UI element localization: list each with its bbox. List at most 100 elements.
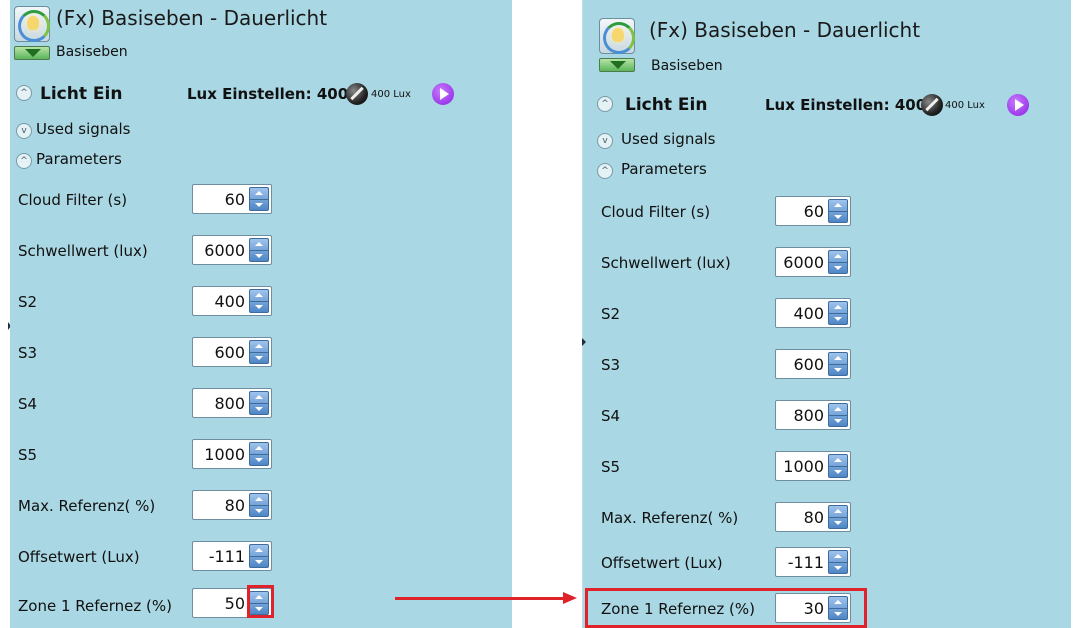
used-signals-row[interactable]: v Used signals <box>10 119 512 143</box>
param-label: Schwellwert (lux) <box>601 254 731 272</box>
param-spinbox[interactable]: 60 <box>775 196 851 226</box>
play-icon[interactable] <box>1007 94 1029 116</box>
param-label: S3 <box>18 344 38 362</box>
decrement-button[interactable] <box>829 608 847 620</box>
decrement-button[interactable] <box>829 364 847 376</box>
lightbulb-refresh-icon[interactable] <box>14 6 50 42</box>
increment-button[interactable] <box>829 251 847 262</box>
param-spinbox[interactable]: 80 <box>192 490 272 520</box>
param-spinbox[interactable]: 80 <box>775 502 851 532</box>
param-value[interactable]: 600 <box>793 355 824 374</box>
param-value[interactable]: 800 <box>793 406 824 425</box>
collapse-licht-button[interactable]: ^ <box>16 85 32 101</box>
param-value[interactable]: 50 <box>225 594 245 613</box>
lightbulb-refresh-icon[interactable] <box>599 18 635 54</box>
parameters-row[interactable]: ^ Parameters <box>583 159 1071 183</box>
collapse-parameters-button[interactable]: ^ <box>16 153 32 169</box>
param-value[interactable]: 1000 <box>783 457 824 476</box>
spin-buttons <box>828 352 848 376</box>
dial-icon[interactable] <box>921 94 943 116</box>
decrement-button[interactable] <box>250 352 268 364</box>
increment-button[interactable] <box>829 404 847 415</box>
decrement-button[interactable] <box>829 466 847 478</box>
decrement-button[interactable] <box>829 262 847 274</box>
param-row: Offsetwert (Lux) -111 <box>10 539 512 573</box>
decrement-button[interactable] <box>250 454 268 466</box>
increment-button[interactable] <box>829 551 847 562</box>
increment-button[interactable] <box>250 494 268 505</box>
panel-after: (Fx) Basiseben - Dauerlicht Basiseben ^ … <box>582 0 1071 628</box>
chevron-down-icon[interactable] <box>14 46 50 60</box>
spin-buttons <box>828 403 848 427</box>
increment-button[interactable] <box>829 455 847 466</box>
licht-row: ^ Licht Ein Lux Einstellen: 400 400 Lux <box>10 81 512 109</box>
increment-button[interactable] <box>250 188 268 199</box>
spin-buttons <box>828 301 848 325</box>
param-spinbox[interactable]: 600 <box>192 337 272 367</box>
page-title: (Fx) Basiseben - Dauerlicht <box>649 18 921 42</box>
dial-icon[interactable] <box>346 83 368 105</box>
param-value[interactable]: 80 <box>225 496 245 515</box>
decrement-button[interactable] <box>250 250 268 262</box>
param-value[interactable]: 60 <box>804 202 824 221</box>
param-spinbox[interactable]: 6000 <box>775 247 851 277</box>
param-value[interactable]: 6000 <box>783 253 824 272</box>
param-value[interactable]: -111 <box>209 547 245 566</box>
param-spinbox[interactable]: 800 <box>775 400 851 430</box>
increment-button[interactable] <box>829 353 847 364</box>
param-value[interactable]: -111 <box>788 553 824 572</box>
param-value[interactable]: 80 <box>804 508 824 527</box>
increment-button[interactable] <box>250 443 268 454</box>
play-icon[interactable] <box>432 83 454 105</box>
param-spinbox[interactable]: 400 <box>775 298 851 328</box>
increment-button[interactable] <box>250 545 268 556</box>
param-spinbox[interactable]: 60 <box>192 184 272 214</box>
param-value[interactable]: 600 <box>214 343 245 362</box>
decrement-button[interactable] <box>829 313 847 325</box>
decrement-button[interactable] <box>829 211 847 223</box>
param-value[interactable]: 400 <box>214 292 245 311</box>
decrement-button[interactable] <box>250 199 268 211</box>
decrement-button[interactable] <box>250 556 268 568</box>
increment-button[interactable] <box>250 290 268 301</box>
increment-button[interactable] <box>250 341 268 352</box>
chevron-down-icon[interactable] <box>599 58 635 72</box>
param-value[interactable]: 1000 <box>204 445 245 464</box>
param-spinbox[interactable]: 400 <box>192 286 272 316</box>
increment-button[interactable] <box>829 302 847 313</box>
decrement-button[interactable] <box>829 415 847 427</box>
increment-button[interactable] <box>250 239 268 250</box>
collapse-licht-button[interactable]: ^ <box>597 96 613 112</box>
param-value[interactable]: 60 <box>225 190 245 209</box>
decrement-button[interactable] <box>829 517 847 529</box>
decrement-button[interactable] <box>250 301 268 313</box>
param-value[interactable]: 6000 <box>204 241 245 260</box>
param-value[interactable]: 800 <box>214 394 245 413</box>
param-spinbox[interactable]: 6000 <box>192 235 272 265</box>
decrement-button[interactable] <box>829 562 847 574</box>
collapse-parameters-button[interactable]: ^ <box>597 163 613 179</box>
param-row: S4 800 <box>583 398 1071 432</box>
param-spinbox[interactable]: 600 <box>775 349 851 379</box>
param-spinbox[interactable]: 1000 <box>192 439 272 469</box>
param-spinbox[interactable]: 30 <box>775 593 851 623</box>
param-value[interactable]: 400 <box>793 304 824 323</box>
arrow-head <box>563 592 577 604</box>
expand-used-signals-button[interactable]: v <box>16 123 32 139</box>
increment-button[interactable] <box>250 392 268 403</box>
param-spinbox[interactable]: 1000 <box>775 451 851 481</box>
param-spinbox[interactable]: 800 <box>192 388 272 418</box>
param-spinbox[interactable]: -111 <box>775 547 851 577</box>
increment-button[interactable] <box>829 200 847 211</box>
used-signals-row[interactable]: v Used signals <box>583 129 1071 153</box>
param-value[interactable]: 30 <box>804 599 824 618</box>
parameters-row[interactable]: ^ Parameters <box>10 149 512 173</box>
decrement-button[interactable] <box>250 505 268 517</box>
expand-used-signals-button[interactable]: v <box>597 133 613 149</box>
increment-button[interactable] <box>829 506 847 517</box>
increment-button[interactable] <box>829 597 847 608</box>
spin-buttons <box>249 391 269 415</box>
param-spinbox[interactable]: -111 <box>192 541 272 571</box>
decrement-button[interactable] <box>250 403 268 415</box>
spin-buttons <box>249 289 269 313</box>
